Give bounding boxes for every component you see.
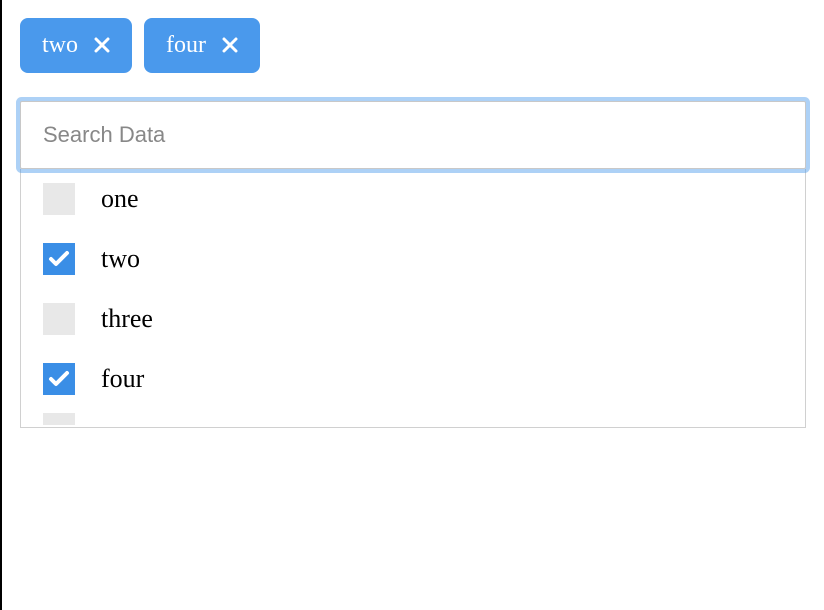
selected-tags-row: two four [20, 18, 806, 73]
option-label: four [101, 364, 144, 394]
checkbox-checked-icon[interactable] [43, 363, 75, 395]
checkbox-checked-icon[interactable] [43, 243, 75, 275]
checkbox-unchecked-icon[interactable] [43, 413, 75, 425]
option-partial[interactable] [21, 409, 805, 427]
search-wrapper [20, 101, 806, 169]
checkbox-unchecked-icon[interactable] [43, 303, 75, 335]
tag-two[interactable]: two [20, 18, 132, 73]
option-one[interactable]: one [21, 169, 805, 229]
option-two[interactable]: two [21, 229, 805, 289]
tag-label: two [42, 32, 78, 59]
checkbox-unchecked-icon[interactable] [43, 183, 75, 215]
search-input[interactable] [20, 101, 806, 169]
close-icon[interactable] [222, 35, 238, 57]
close-icon[interactable] [94, 35, 110, 57]
tag-label: four [166, 32, 206, 59]
option-four[interactable]: four [21, 349, 805, 409]
option-label: one [101, 184, 139, 214]
option-label: two [101, 244, 140, 274]
options-dropdown[interactable]: one two three four [20, 169, 806, 428]
option-three[interactable]: three [21, 289, 805, 349]
tag-four[interactable]: four [144, 18, 260, 73]
option-label: three [101, 304, 153, 334]
